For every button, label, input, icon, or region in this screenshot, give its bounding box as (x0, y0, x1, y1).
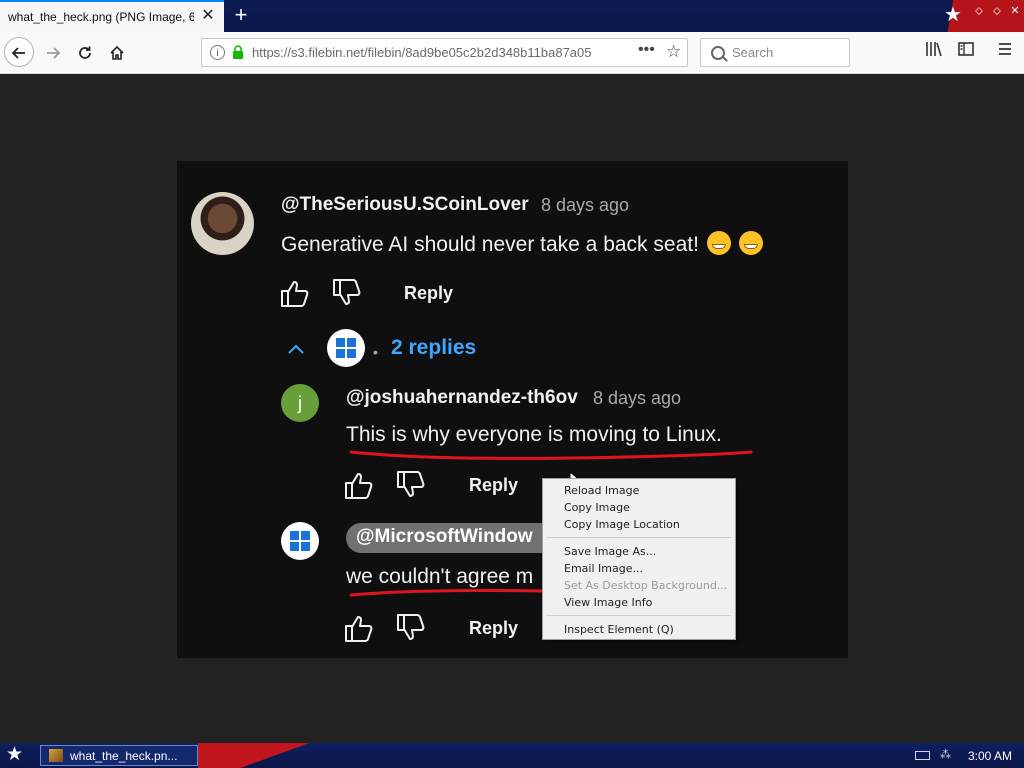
menu-item-copy-image[interactable]: Copy Image (564, 501, 630, 514)
reply-button: Reply (469, 475, 519, 495)
reload-icon (79, 46, 91, 59)
window-minimize-icon[interactable]: ⬦ (972, 4, 986, 18)
reply-button: Reply (469, 618, 519, 638)
menu-item-save-image-as[interactable]: Save Image As... (564, 545, 656, 558)
search-input[interactable]: Search (700, 38, 850, 67)
context-menu: Reload Image Copy Image Copy Image Locat… (542, 478, 736, 640)
reply-text: we couldn't agree m (346, 565, 534, 588)
library-icon[interactable] (925, 40, 943, 63)
window-maximize-icon[interactable]: ⬦ (990, 4, 1004, 18)
reply-username: @joshuahernandez-th6ov (346, 387, 578, 408)
comment-text: Generative AI should never take a back s… (281, 231, 763, 257)
browser-tab[interactable]: what_the_heck.png (PNG Image, 671 ✕ (0, 0, 224, 32)
red-underline (349, 588, 545, 597)
grinning-emoji-icon (738, 231, 763, 255)
chevron-up-icon (288, 344, 304, 354)
red-underline (349, 450, 753, 460)
reload-button[interactable] (70, 37, 100, 67)
windows-logo-avatar (281, 522, 319, 560)
back-button[interactable] (4, 37, 34, 67)
windows-logo-avatar (327, 329, 365, 367)
menu-item-copy-image-location[interactable]: Copy Image Location (564, 518, 680, 531)
keyboard-icon[interactable] (915, 751, 930, 760)
menu-item-reload-image[interactable]: Reload Image (564, 484, 639, 497)
reply-username: @MicrosoftWindow (356, 526, 533, 547)
tab-close-icon[interactable]: ✕ (200, 8, 216, 24)
separator-dot: • (373, 344, 378, 360)
taskbar-decoration (198, 743, 313, 768)
new-tab-button[interactable]: + (230, 4, 252, 26)
clock[interactable]: 3:00 AM (968, 749, 1012, 763)
thumbs-down-icon (397, 471, 425, 497)
comment-text-content: Generative AI should never take a back s… (281, 233, 699, 256)
windows-logo-icon (336, 338, 356, 358)
taskbar-window-button[interactable]: what_the_heck.pn... (40, 745, 198, 766)
start-menu-star-icon[interactable]: ★ (6, 744, 23, 766)
bookmark-star-icon[interactable]: ☆ (666, 42, 681, 62)
tab-strip: what_the_heck.png (PNG Image, 671 ✕ + ★ … (0, 0, 1024, 32)
forward-arrow-icon (47, 47, 61, 59)
reply-button: Reply (404, 283, 454, 303)
displayed-image[interactable]: @TheSeriousU.SCoinLover 8 days ago Gener… (177, 161, 848, 658)
menu-item-email-image[interactable]: Email Image... (564, 562, 643, 575)
search-icon (711, 46, 725, 60)
search-placeholder: Search (732, 45, 774, 60)
tab-title: what_the_heck.png (PNG Image, 671 (8, 10, 194, 24)
sidebar-icon[interactable] (957, 40, 975, 63)
thumbs-up-icon (345, 616, 373, 642)
thumbs-down-icon (397, 614, 425, 640)
comment-timestamp: 8 days ago (541, 195, 630, 215)
forward-button[interactable] (38, 37, 68, 67)
window-star-icon: ★ (944, 4, 962, 26)
site-info-icon[interactable]: i (210, 45, 225, 60)
windows-logo-icon (290, 531, 310, 551)
window-close-icon[interactable]: ✕ (1008, 4, 1022, 18)
avatar: j (281, 384, 319, 422)
menu-item-set-as-desktop-background: Set As Desktop Background... (564, 579, 728, 592)
grinning-emoji-icon (706, 231, 731, 255)
menu-separator (547, 537, 731, 538)
menu-separator (547, 615, 731, 616)
home-icon (110, 45, 124, 60)
menu-icon[interactable] (996, 40, 1014, 63)
url-bar[interactable]: i https://s3.filebin.net/filebin/8ad9be0… (201, 38, 688, 67)
avatar (191, 192, 254, 255)
image-viewport: @TheSeriousU.SCoinLover 8 days ago Gener… (0, 74, 1024, 743)
thumbs-up-icon (281, 281, 309, 307)
home-button[interactable] (102, 37, 132, 67)
taskbar-window-label: what_the_heck.pn... (70, 749, 178, 763)
reply-text: This is why everyone is moving to Linux. (346, 423, 722, 446)
thumbs-up-icon (345, 473, 373, 499)
navigation-toolbar: i https://s3.filebin.net/filebin/8ad9be0… (0, 32, 1024, 74)
lock-icon (233, 45, 243, 59)
taskbar: ★ what_the_heck.pn... ⁂ 3:00 AM (0, 743, 1024, 768)
image-file-icon (49, 749, 63, 762)
url-text[interactable]: https://s3.filebin.net/filebin/8ad9be05c… (252, 45, 602, 60)
thumbs-down-icon (333, 279, 361, 305)
reply-timestamp: 8 days ago (593, 388, 682, 408)
network-icon[interactable]: ⁂ (940, 748, 951, 761)
replies-toggle: 2 replies (391, 336, 477, 359)
back-arrow-icon (11, 47, 25, 59)
menu-item-inspect-element[interactable]: Inspect Element (Q) (564, 623, 674, 636)
menu-item-view-image-info[interactable]: View Image Info (564, 596, 652, 609)
comment-username: @TheSeriousU.SCoinLover (281, 194, 529, 215)
page-actions-icon[interactable]: ••• (638, 41, 655, 59)
